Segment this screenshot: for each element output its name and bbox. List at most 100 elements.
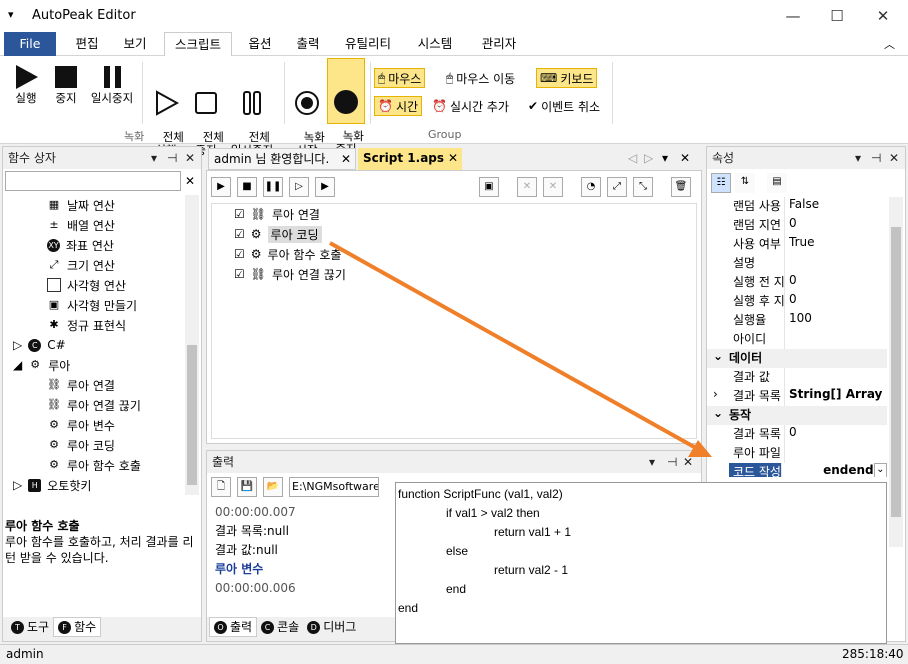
tab-file[interactable]: File <box>4 32 56 56</box>
run-all-button[interactable]: 전체 실행 <box>146 60 186 157</box>
property-row[interactable]: 실행 전 지0 <box>707 273 887 292</box>
delete-all-icon[interactable]: ✕ <box>543 177 563 197</box>
stop-all-button[interactable]: 전체 중지 <box>186 60 226 157</box>
tree-item[interactable]: ⚙ 루아 코딩 <box>3 435 185 455</box>
property-row[interactable]: 랜덤 지연 0 <box>707 216 887 235</box>
property-row[interactable]: 설명 <box>707 254 887 273</box>
property-row[interactable]: 아이디 <box>707 330 887 349</box>
property-row[interactable]: 실행 후 지0 <box>707 292 887 311</box>
stop-icon[interactable]: ■ <box>237 177 257 197</box>
tree-item[interactable]: 사각형 연산 <box>3 275 185 295</box>
mouse-move-toggle[interactable]: 🖱 마우스 이동 <box>446 68 515 88</box>
search-input[interactable] <box>5 171 181 191</box>
maximize-icon[interactable]: ☐ <box>814 4 860 28</box>
trash-icon[interactable]: 🗑 <box>671 177 691 197</box>
new-doc-icon[interactable]: 🗋 <box>211 477 231 497</box>
tree-scrollbar[interactable] <box>185 195 199 495</box>
categorized-icon[interactable]: ☷ <box>711 173 731 193</box>
property-row[interactable]: 루아 파일 <box>707 444 887 463</box>
dropdown-icon[interactable]: ⌄ <box>873 463 887 477</box>
pause-icon[interactable]: ❚❚ <box>263 177 283 197</box>
system-menu-icon[interactable]: ▾ <box>8 8 14 21</box>
expand-all-icon[interactable]: ⤢ <box>607 177 627 197</box>
tab-script[interactable]: 스크립트 <box>164 32 232 56</box>
save-icon[interactable]: 💾 <box>237 477 257 497</box>
script-line[interactable]: ☑ ⛓ 루아 연결 끊기 <box>212 264 696 284</box>
tab-next-icon[interactable]: ▷ <box>644 151 653 165</box>
tree-item[interactable]: ⚙ 루아 변수 <box>3 415 185 435</box>
tree-item[interactable]: ⤢ 크기 연산 <box>3 255 185 275</box>
property-row[interactable]: 결과 목록 0 <box>707 425 887 444</box>
tree-item[interactable]: ⛓ 루아 연결 <box>3 375 185 395</box>
tree-node-lua[interactable]: ◢ ⚙ 루아 <box>3 355 185 375</box>
tab-utility[interactable]: 유틸리티 <box>338 32 398 56</box>
image-icon[interactable]: ▣ <box>479 177 499 197</box>
pin-icon[interactable]: ⊣ <box>167 147 177 169</box>
refresh-icon[interactable]: ◔ <box>581 177 601 197</box>
collapse-all-icon[interactable]: ⤡ <box>633 177 653 197</box>
script-line[interactable]: ☑ ⚙ 루아 함수 호출 <box>212 244 696 264</box>
run-button[interactable]: 실행 <box>6 60 46 105</box>
close-icon[interactable]: ✕ <box>185 147 195 169</box>
keyboard-toggle[interactable]: ⌨ 키보드 <box>536 68 598 88</box>
property-pages-icon[interactable]: ▤ <box>767 173 787 193</box>
step-over-icon[interactable]: ▶ <box>315 177 335 197</box>
realtime-add-toggle[interactable]: ⏰ 실시간 추가 <box>432 96 509 116</box>
tab-options[interactable]: 옵션 <box>240 32 280 56</box>
script-line[interactable]: ☑ ⛓ 루아 연결 <box>212 204 696 224</box>
tree-item[interactable]: ✱ 정규 표현식 <box>3 315 185 335</box>
minimize-icon[interactable]: — <box>770 4 816 28</box>
pin-icon[interactable]: ⊣ <box>871 147 881 169</box>
script-line[interactable]: ☑ ⚙ 루아 코딩 <box>212 224 696 244</box>
event-cancel-toggle[interactable]: ✔ 이벤트 취소 <box>528 96 600 116</box>
stop-button[interactable]: 중지 <box>46 60 86 105</box>
property-row-code[interactable]: 코드 작성 endend ⌄ <box>707 463 887 477</box>
tab-output[interactable]: 출력 <box>288 32 328 56</box>
tree-item[interactable]: ▦ 날짜 연산 <box>3 195 185 215</box>
dropdown-icon[interactable]: ▾ <box>151 147 157 169</box>
tree-item[interactable]: XY 좌표 연산 <box>3 235 185 255</box>
dropdown-icon[interactable]: ▾ <box>649 451 655 473</box>
sort-az-icon[interactable]: ⇅ <box>735 173 755 193</box>
close-icon[interactable]: ✕ <box>680 151 690 165</box>
pause-button[interactable]: 일시중지 <box>86 60 138 105</box>
property-row[interactable]: 실행율 100 <box>707 311 887 330</box>
path-input[interactable]: E:\NGMsoftware\ <box>289 477 379 497</box>
run-icon[interactable]: ▶ <box>211 177 231 197</box>
tab-welcome[interactable]: admin 님 환영합니다. ✕ <box>208 148 356 170</box>
tree-item[interactable]: ⚙ 루아 함수 호출 <box>3 455 185 475</box>
step-icon[interactable]: ▷ <box>289 177 309 197</box>
mouse-toggle[interactable]: 🖱 마우스 <box>374 68 426 88</box>
property-category-data[interactable]: ⌄ 데이터 <box>707 349 887 368</box>
close-icon[interactable]: ✕ <box>683 451 693 473</box>
tree-item[interactable]: ± 배열 연산 <box>3 215 185 235</box>
code-popup[interactable]: function ScriptFunc (val1, val2) if val1… <box>395 482 887 644</box>
tab-prev-icon[interactable]: ◁ <box>628 151 637 165</box>
tree-item[interactable]: ⛓ 루아 연결 끊기 <box>3 395 185 415</box>
close-icon[interactable]: ✕ <box>860 4 906 28</box>
record-start-button[interactable]: 녹화 시작 <box>288 60 326 157</box>
tab-view[interactable]: 보기 <box>112 32 158 56</box>
tree-node-csharp[interactable]: ▷ C C# <box>3 335 185 355</box>
property-row[interactable]: › 결과 목록 String[] Array <box>707 387 887 406</box>
property-row[interactable]: 사용 여부 True <box>707 235 887 254</box>
delete-icon[interactable]: ✕ <box>517 177 537 197</box>
close-icon[interactable]: ✕ <box>889 147 899 169</box>
tab-system[interactable]: 시스템 <box>410 32 460 56</box>
tab-list-icon[interactable]: ▾ <box>662 151 668 165</box>
property-scrollbar[interactable] <box>889 197 903 547</box>
time-toggle[interactable]: ⏰ 시간 <box>374 96 423 116</box>
pause-all-button[interactable]: 전체 일시중지 <box>226 60 278 157</box>
tree-item[interactable]: ▣ 사각형 만들기 <box>3 295 185 315</box>
pin-icon[interactable]: ⊣ <box>667 451 677 473</box>
tree-node-hotkey[interactable]: ▷ H 오토핫키 <box>3 475 185 495</box>
tab-functions[interactable]: F 함수 <box>53 617 102 637</box>
tab-output[interactable]: O 출력 <box>209 617 258 637</box>
folder-icon[interactable]: 📂 <box>263 477 283 497</box>
tab-admin[interactable]: 관리자 <box>474 32 524 56</box>
clear-search-icon[interactable]: ✕ <box>181 171 199 191</box>
tab-console[interactable]: C 콘솔 <box>257 617 303 637</box>
tab-tools[interactable]: T 도구 <box>7 617 53 637</box>
tab-edit[interactable]: 편집 <box>64 32 110 56</box>
collapse-ribbon-icon[interactable]: ︿ <box>884 36 895 52</box>
